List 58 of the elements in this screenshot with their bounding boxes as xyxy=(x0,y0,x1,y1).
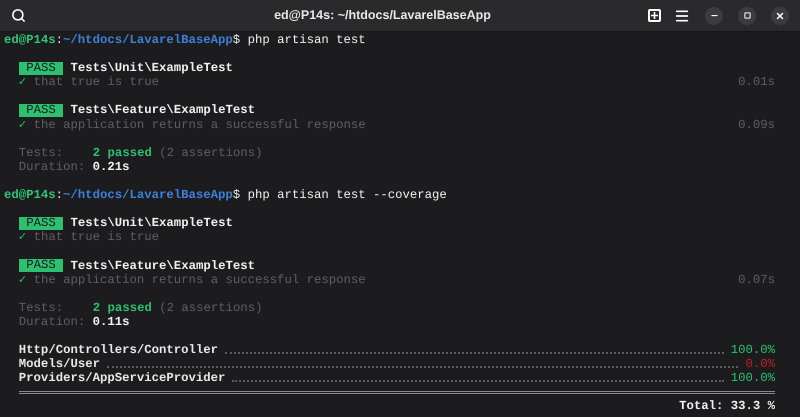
status-badge: PASS xyxy=(18,62,64,75)
passed-count: 2 passed xyxy=(92,300,152,315)
coverage-percent: 0.0% xyxy=(745,357,775,372)
command-text: php artisan test xyxy=(248,33,366,48)
prompt-user: ed@P14s xyxy=(4,33,56,48)
status-badge: PASS xyxy=(18,216,64,230)
prompt-symbol: $ xyxy=(232,188,240,202)
command-text: php artisan test --coverage xyxy=(248,188,447,202)
coverage-file: Models/User xyxy=(18,357,100,372)
plus-icon xyxy=(651,12,658,19)
prompt-symbol: $ xyxy=(232,33,240,48)
test-class: Tests\Feature\ExampleTest xyxy=(70,258,255,273)
check-mark: ✓ xyxy=(18,230,26,244)
assertions-count: (2 assertions) xyxy=(159,146,263,160)
prompt-separator: : xyxy=(56,33,64,48)
coverage-percent: 100.0% xyxy=(730,343,775,358)
check-mark: ✓ xyxy=(18,75,26,90)
test-description: the application returns a successful response xyxy=(34,272,366,287)
check-mark: ✓ xyxy=(18,272,26,287)
new-tab-button[interactable] xyxy=(648,9,661,22)
assertions-count: (2 assertions) xyxy=(159,300,263,315)
test-duration: 0.01s xyxy=(738,75,775,90)
test-duration: 0.07s xyxy=(738,272,775,287)
menu-icon xyxy=(674,8,690,24)
check-mark: ✓ xyxy=(18,118,26,132)
prompt-path: ~/htdocs/LavarelBaseApp xyxy=(63,33,233,48)
prompt-user: ed@P14s xyxy=(4,188,56,202)
maximize-button[interactable] xyxy=(738,6,756,24)
duration-value: 0.11s xyxy=(92,314,130,329)
test-description: the application returns a successful response xyxy=(34,118,366,132)
coverage-file: Providers/AppServiceProvider xyxy=(18,371,226,386)
test-description: that true is true xyxy=(34,230,160,244)
coverage-total: Total: 33.3 % xyxy=(679,399,775,414)
tests-label: Tests: xyxy=(18,300,64,315)
close-icon xyxy=(775,10,785,20)
minimize-button[interactable] xyxy=(705,6,723,24)
window-title: ed@P14s: ~/htdocs/LavarelBaseApp xyxy=(274,7,491,24)
duration-value: 0.21s xyxy=(92,160,130,174)
test-duration: 0.09s xyxy=(738,118,775,132)
tests-label: Tests: xyxy=(18,146,64,160)
search-button[interactable] xyxy=(9,6,27,24)
test-class: Tests\Unit\ExampleTest xyxy=(70,216,233,230)
menu-button[interactable] xyxy=(674,8,690,24)
status-badge: PASS xyxy=(18,104,64,118)
search-icon xyxy=(10,8,26,23)
prompt-path: ~/htdocs/LavarelBaseApp xyxy=(63,188,233,202)
status-badge: PASS xyxy=(18,259,64,272)
close-button[interactable] xyxy=(771,6,789,24)
passed-count: 2 passed xyxy=(92,146,152,160)
coverage-file: Http/Controllers/Controller xyxy=(18,343,218,358)
test-class: Tests\Feature\ExampleTest xyxy=(70,103,255,118)
coverage-percent: 100.0% xyxy=(730,371,775,386)
maximize-icon xyxy=(744,12,750,19)
duration-label: Duration: xyxy=(18,160,86,174)
test-class: Tests\Unit\ExampleTest xyxy=(70,61,233,76)
prompt-separator: : xyxy=(56,188,64,202)
test-description: that true is true xyxy=(34,75,160,90)
duration-label: Duration: xyxy=(18,314,86,329)
